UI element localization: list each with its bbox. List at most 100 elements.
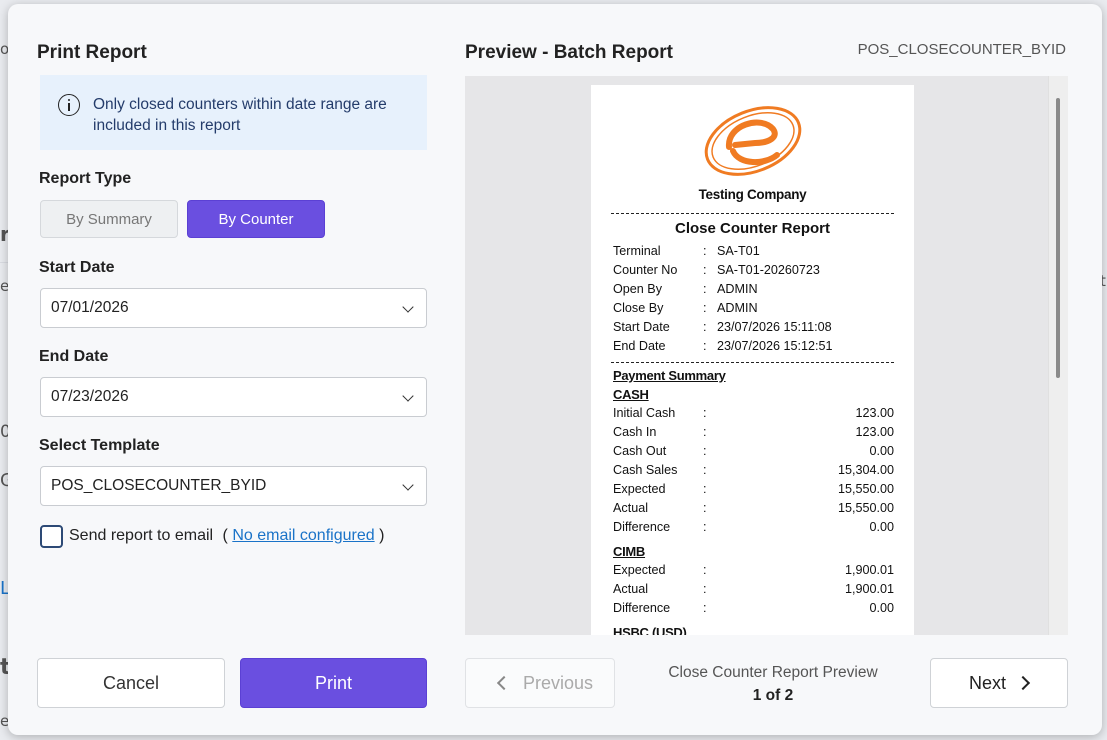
- payment-row: Cash Out: 0.00: [613, 444, 894, 463]
- row-value: ADMIN: [717, 282, 758, 296]
- preview-scrollbar[interactable]: [1048, 76, 1068, 635]
- row-colon: :: [703, 463, 707, 477]
- row-colon: :: [703, 244, 707, 258]
- preview-caption: Close Counter Report Preview: [668, 664, 878, 681]
- payment-row: Initial Cash: 123.00: [613, 406, 894, 425]
- row-key: Cash In: [613, 425, 657, 439]
- row-colon: :: [703, 425, 707, 439]
- template-label: Select Template: [39, 437, 160, 454]
- template-code: POS_CLOSECOUNTER_BYID: [857, 41, 1066, 58]
- row-colon: :: [703, 263, 707, 277]
- dashed-divider: [611, 213, 894, 214]
- start-date-label: Start Date: [39, 259, 115, 276]
- preview-title: Preview - Batch Report: [465, 42, 673, 63]
- cancel-button[interactable]: Cancel: [37, 658, 225, 708]
- payment-row: Cash In: 123.00: [613, 425, 894, 444]
- row-colon: :: [703, 501, 707, 515]
- info-icon: [58, 94, 80, 116]
- print-report-dialog: Print Report Only closed counters within…: [8, 4, 1102, 735]
- report-preview[interactable]: Testing Company Close Counter Report Ter…: [465, 76, 1068, 635]
- row-amount: 15,550.00: [837, 501, 894, 515]
- report-type-label: Report Type: [39, 170, 132, 187]
- payment-row: Actual: 1,900.01: [613, 582, 894, 601]
- row-amount: 123.00: [855, 425, 894, 439]
- chevron-left-icon: [496, 675, 512, 691]
- row-colon: :: [703, 482, 707, 496]
- row-amount: 1,900.01: [844, 582, 894, 596]
- chevron-down-icon: [402, 479, 414, 491]
- row-key: Close By: [613, 301, 664, 315]
- report-header-row: Open By: ADMIN: [613, 282, 894, 301]
- bg-divider: [0, 262, 8, 263]
- report-paper: Testing Company Close Counter Report Ter…: [591, 85, 914, 635]
- row-colon: :: [703, 301, 707, 315]
- by-summary-button[interactable]: By Summary: [40, 200, 178, 238]
- company-logo-icon: [704, 106, 802, 176]
- previous-button[interactable]: Previous: [465, 658, 615, 708]
- report-header-row: Start Date:23/07/2026 15:11:08: [613, 320, 894, 339]
- next-label: Next: [969, 672, 1007, 693]
- end-date-value: 07/23/2026: [51, 388, 129, 405]
- report-title: Close Counter Report: [674, 220, 830, 237]
- payment-row: Difference: 0.00: [613, 601, 894, 620]
- report-header-row: Terminal: SA-T01: [613, 244, 894, 263]
- no-email-link[interactable]: No email configured: [232, 527, 374, 544]
- row-colon: :: [703, 282, 707, 296]
- email-paren-close: ): [379, 527, 385, 544]
- end-date-label: End Date: [39, 348, 109, 365]
- by-counter-button[interactable]: By Counter: [187, 200, 325, 238]
- row-amount: 0.00: [869, 520, 894, 534]
- row-key: Open By: [613, 282, 663, 296]
- start-date-value: 07/01/2026: [51, 299, 129, 316]
- row-colon: :: [703, 520, 707, 534]
- row-key: Cash Out: [613, 444, 667, 458]
- row-key: Initial Cash: [613, 406, 676, 420]
- send-email-label: Send report to email: [69, 527, 214, 544]
- payment-row: Expected: 1,900.01: [613, 563, 894, 582]
- next-button[interactable]: Next: [930, 658, 1068, 708]
- scrollbar-thumb[interactable]: [1056, 98, 1060, 378]
- template-select[interactable]: POS_CLOSECOUNTER_BYID: [40, 466, 427, 506]
- send-email-checkbox[interactable]: [40, 525, 63, 548]
- payment-row: Difference: 0.00: [613, 520, 894, 539]
- row-key: Actual: [613, 582, 649, 596]
- page-indicator: 1 of 2: [752, 687, 794, 704]
- email-paren-open: (: [222, 527, 228, 544]
- row-colon: :: [703, 320, 707, 334]
- row-key: Cash Sales: [613, 463, 678, 477]
- info-text: Only closed counters within date range a…: [93, 96, 387, 134]
- row-amount: 0.00: [869, 601, 894, 615]
- dashed-divider: [611, 362, 894, 363]
- row-amount: 15,304.00: [837, 463, 894, 477]
- row-colon: :: [703, 406, 707, 420]
- row-amount: 1,900.01: [844, 563, 894, 577]
- row-colon: :: [703, 444, 707, 458]
- row-key: Counter No: [613, 263, 678, 277]
- payment-summary-heading: Payment Summary: [613, 368, 726, 383]
- row-key: Difference: [613, 601, 671, 615]
- payment-row: Expected: 15,550.00: [613, 482, 894, 501]
- send-email-row: Send report to email ( No email configur…: [69, 527, 384, 545]
- print-button[interactable]: Print: [240, 658, 427, 708]
- row-amount: 123.00: [855, 406, 894, 420]
- report-header-row: End Date:23/07/2026 15:12:51: [613, 339, 894, 358]
- row-colon: :: [703, 339, 707, 353]
- company-name: Testing Company: [698, 187, 807, 202]
- end-date-select[interactable]: 07/23/2026: [40, 377, 427, 417]
- dialog-title: Print Report: [37, 42, 147, 63]
- payment-row: Cash Sales: 15,304.00: [613, 463, 894, 482]
- payment-method-heading: CIMB: [613, 544, 646, 559]
- info-banner: Only closed counters within date range a…: [40, 75, 427, 150]
- row-key: Difference: [613, 520, 671, 534]
- row-key: Expected: [613, 482, 666, 496]
- start-date-select[interactable]: 07/01/2026: [40, 288, 427, 328]
- chevron-right-icon: [1015, 675, 1031, 691]
- row-amount: 15,550.00: [837, 482, 894, 496]
- row-colon: :: [703, 601, 707, 615]
- row-key: Expected: [613, 563, 666, 577]
- payment-method-heading: CASH: [613, 387, 649, 402]
- preview-pagination: Close Counter Report Preview 1 of 2: [628, 664, 918, 705]
- row-key: Start Date: [613, 320, 670, 334]
- row-value: 23/07/2026 15:11:08: [717, 320, 832, 334]
- row-amount: 0.00: [869, 444, 894, 458]
